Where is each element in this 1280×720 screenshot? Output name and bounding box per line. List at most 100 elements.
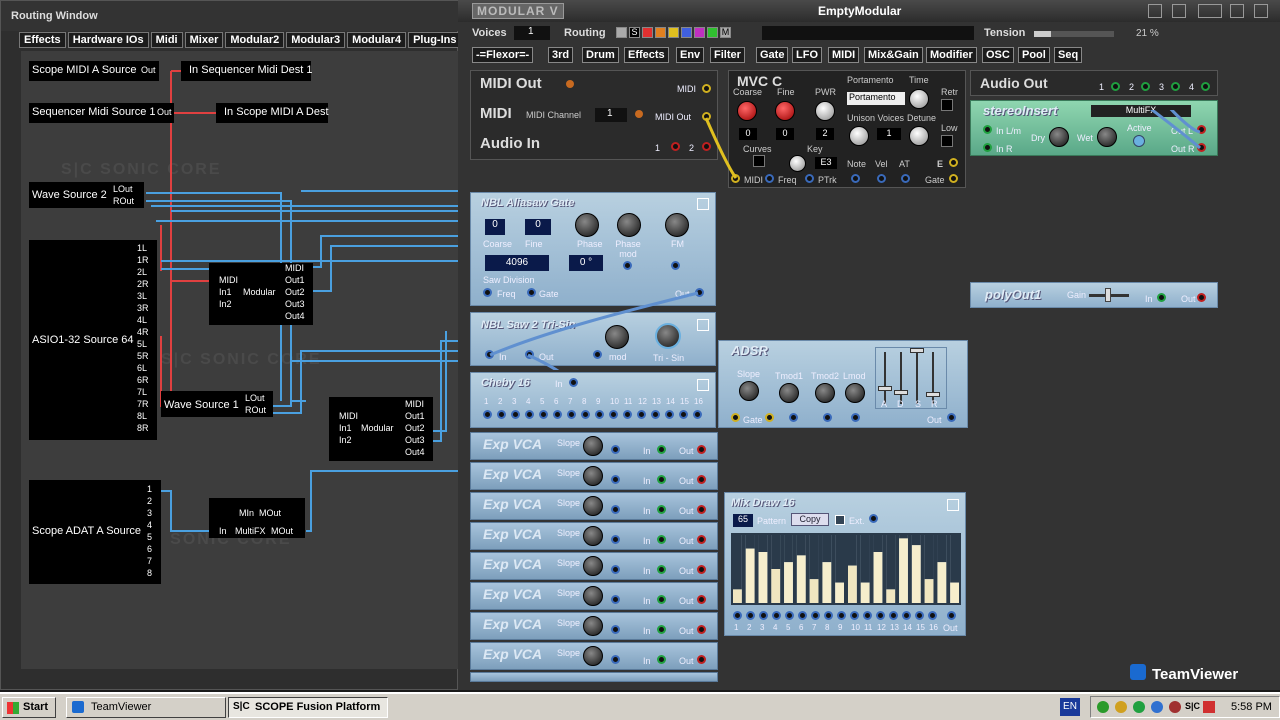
exp-vca-module[interactable]: Exp VCA Slope In Out	[470, 612, 718, 640]
cheby-harmonic-jack[interactable]	[595, 410, 604, 419]
in-jack[interactable]	[657, 625, 666, 634]
cheby-harmonic-jack[interactable]	[539, 410, 548, 419]
slope-jack[interactable]	[611, 655, 620, 664]
mix-step-jack[interactable]	[746, 611, 755, 620]
audio-out-jack-2[interactable]	[1141, 82, 1150, 91]
tab-modular4[interactable]: Modular4	[347, 32, 407, 48]
mix-step-jack[interactable]	[876, 611, 885, 620]
slope-jack[interactable]	[611, 505, 620, 514]
in-scope-midi-a-dest[interactable]: In Scope MIDI A Dest	[216, 103, 329, 123]
exp-vca-module[interactable]: Exp VCA Slope In Out	[470, 462, 718, 490]
window-icon[interactable]	[1148, 4, 1162, 18]
tmod1-knob[interactable]	[779, 383, 799, 403]
mix-step-jack[interactable]	[915, 611, 924, 620]
nav-pool[interactable]: Pool	[1018, 47, 1050, 63]
modular-2[interactable]: MIDI In1 In2 Modular MIDI Out1 Out2 Out3…	[329, 397, 433, 461]
routing-color-box[interactable]	[655, 27, 666, 38]
in-jack[interactable]	[657, 445, 666, 454]
mix-step-jack[interactable]	[733, 611, 742, 620]
window-icon[interactable]	[1172, 4, 1186, 18]
mix-step-bar[interactable]	[758, 552, 768, 603]
slope-knob[interactable]	[583, 466, 603, 486]
ext-jack[interactable]	[869, 514, 878, 523]
mix-step-jack[interactable]	[798, 611, 807, 620]
in-jack[interactable]	[657, 565, 666, 574]
mix-step-jack[interactable]	[889, 611, 898, 620]
in-jack[interactable]	[657, 475, 666, 484]
mix-step-bar[interactable]	[733, 589, 742, 603]
in-jack[interactable]	[657, 535, 666, 544]
tmod1-jack[interactable]	[789, 413, 798, 422]
time-knob[interactable]	[909, 89, 929, 109]
copy-button[interactable]: Copy	[791, 513, 829, 526]
tab-modular2[interactable]: Modular2	[225, 32, 285, 48]
mix-step-bar[interactable]	[899, 538, 908, 603]
tab-mixer[interactable]: Mixer	[184, 32, 224, 48]
nav-lfo[interactable]: LFO	[792, 47, 822, 63]
routing-color-box[interactable]	[616, 27, 627, 38]
tray-icon[interactable]	[1097, 701, 1109, 713]
mix-step-bar[interactable]	[873, 552, 883, 603]
routing-color-box[interactable]	[668, 27, 679, 38]
audio-out-jack-4[interactable]	[1201, 82, 1210, 91]
routing-color-box[interactable]	[681, 27, 692, 38]
slope-jack[interactable]	[611, 535, 620, 544]
nav-filter[interactable]: Filter	[710, 47, 745, 63]
mix-step-bar[interactable]	[835, 582, 844, 603]
mix-step-bar[interactable]	[924, 579, 934, 603]
mix-step-bar[interactable]	[822, 562, 832, 603]
routing-color-box[interactable]	[642, 27, 653, 38]
mix-step-bar[interactable]	[809, 579, 819, 603]
audio-out-jack-1[interactable]	[1111, 82, 1120, 91]
minimize-icon[interactable]	[1230, 4, 1244, 18]
sequencer-midi-source[interactable]: Sequencer Midi Source 1 Out	[29, 103, 174, 123]
asio-source[interactable]: ASIO1-32 Source 64 1L 1R 2L 2R 3L 3R 4L 4R 5L 5R 6…	[29, 240, 157, 440]
routing-color-box[interactable]: S	[629, 27, 640, 38]
mix-step-jack[interactable]	[824, 611, 833, 620]
cheby-harmonic-jack[interactable]	[511, 410, 520, 419]
exp-vca-module[interactable]	[470, 672, 718, 682]
cheby-harmonic-jack[interactable]	[553, 410, 562, 419]
nav-effects[interactable]: Effects	[624, 47, 669, 63]
cheby-harmonic-jack[interactable]	[693, 410, 702, 419]
mix-step-bar[interactable]	[745, 548, 755, 603]
shield-icon[interactable]	[1169, 701, 1181, 713]
mix-step-jack[interactable]	[863, 611, 872, 620]
exp-vca-module[interactable]: Exp VCA Slope In Out	[470, 432, 718, 460]
midi-out-jack[interactable]	[702, 84, 711, 93]
mix-out-jack[interactable]	[947, 611, 956, 620]
cheby-harmonic-jack[interactable]	[665, 410, 674, 419]
module-menu-icon[interactable]	[697, 379, 709, 391]
nav-mix-gain[interactable]: Mix&Gain	[864, 47, 923, 63]
taskbar-teamviewer[interactable]: TeamViewer	[66, 697, 226, 718]
slope-knob[interactable]	[583, 646, 603, 666]
cheby-harmonic-jack[interactable]	[483, 410, 492, 419]
adsr-out-jack[interactable]	[947, 413, 956, 422]
tab-plug-ins[interactable]: Plug-Ins	[408, 32, 462, 48]
slope-jack[interactable]	[611, 565, 620, 574]
cheby-module[interactable]: Cheby 16 In 1 2 3 4 5 6 7 8 9 10 11 12 13 14 15 16	[470, 372, 716, 428]
sc-tray-icon[interactable]: S|C	[1185, 701, 1200, 711]
cheby-harmonic-jack[interactable]	[581, 410, 590, 419]
mix-step-bar[interactable]	[937, 562, 947, 603]
cheby-harmonic-jack[interactable]	[651, 410, 660, 419]
slope-jack[interactable]	[611, 625, 620, 634]
slope-jack[interactable]	[611, 475, 620, 484]
antivirus-icon[interactable]	[1203, 701, 1215, 713]
slope-knob[interactable]	[583, 616, 603, 636]
lmod-jack[interactable]	[851, 413, 860, 422]
tray-icon[interactable]	[1151, 701, 1163, 713]
nav-osc[interactable]: OSC	[982, 47, 1014, 63]
multifx-module[interactable]: MIn MOut In MultiFX MOut	[209, 498, 305, 538]
mix-step-bar[interactable]	[771, 569, 781, 603]
mix-step-bar[interactable]	[911, 545, 921, 603]
mix-step-jack[interactable]	[759, 611, 768, 620]
tab-modular3[interactable]: Modular3	[286, 32, 346, 48]
in-sequencer-midi-dest[interactable]: In Sequencer Midi Dest 1	[181, 61, 313, 81]
close-icon[interactable]	[1254, 4, 1268, 18]
exp-vca-module[interactable]: Exp VCA Slope In Out	[470, 522, 718, 550]
slope-knob[interactable]	[583, 436, 603, 456]
tray-icon[interactable]	[1115, 701, 1127, 713]
out-jack[interactable]	[697, 625, 706, 634]
lmod-knob[interactable]	[845, 383, 865, 403]
